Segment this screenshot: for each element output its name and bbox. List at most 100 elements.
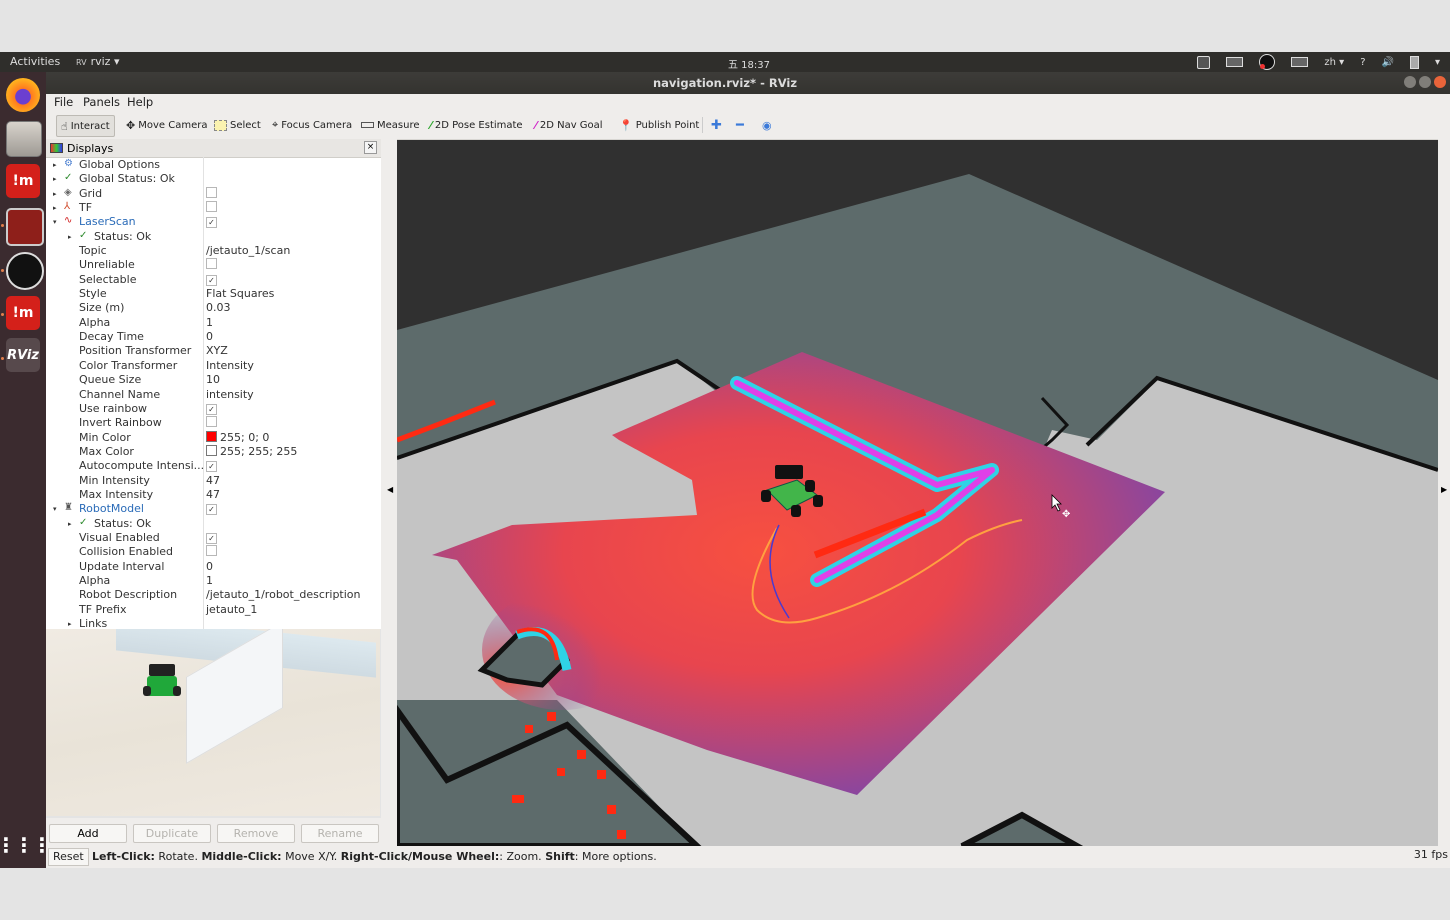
row-value[interactable]: 0.03 [206, 301, 231, 314]
volume-icon[interactable]: 🔊 [1382, 57, 1394, 68]
row-value[interactable]: 47 [206, 474, 220, 487]
close-panel-button[interactable]: × [364, 141, 377, 154]
row-value[interactable]: XYZ [206, 344, 228, 357]
prop-position-transformer[interactable]: Position Transformer XYZ [46, 344, 381, 358]
prop-color-transformer[interactable]: Color Transformer Intensity [46, 359, 381, 373]
keyboard-icon[interactable] [1226, 57, 1244, 67]
row-value[interactable]: /jetauto_1/scan [206, 244, 290, 257]
row-value[interactable]: 47 [206, 488, 220, 501]
im-tray-icon[interactable] [1197, 55, 1211, 69]
select-tool[interactable]: Select [210, 115, 265, 135]
prop-min-color[interactable]: Min Color 255; 0; 0 [46, 430, 381, 445]
im-app-2-icon[interactable]: !m [6, 296, 40, 330]
row-value[interactable]: ✓ [206, 459, 217, 473]
obs-tray-icon[interactable] [1259, 54, 1276, 70]
duplicate-button[interactable]: Duplicate [133, 824, 211, 843]
add-button[interactable]: Add [49, 824, 127, 843]
remove-button[interactable]: Remove [217, 824, 295, 843]
show-applications-icon[interactable]: ⋮⋮⋮ [0, 828, 52, 862]
prop-use-rainbow[interactable]: Use rainbow ✓ [46, 402, 381, 416]
prop-topic[interactable]: Topic/jetauto_1/scan [46, 244, 381, 258]
prop-max-color[interactable]: Max Color 255; 255; 255 [46, 444, 381, 459]
collapse-right-icon[interactable]: ▶ [1441, 485, 1447, 494]
row-value[interactable]: ✓ [206, 215, 217, 229]
focus-camera-tool[interactable]: ⌖ Focus Camera [268, 115, 356, 135]
color-swatch[interactable] [206, 430, 217, 442]
expand-right-icon[interactable]: ▸ [68, 520, 72, 528]
row-value[interactable]: Flat Squares [206, 287, 274, 300]
prop-collision-enabled[interactable]: Collision Enabled [46, 545, 381, 559]
expand-right-icon[interactable]: ▸ [68, 233, 72, 241]
prop-min-intensity[interactable]: Min Intensity 47 [46, 474, 381, 488]
right-splitter[interactable]: ▶ [1438, 139, 1450, 846]
keyboard-icon-2[interactable] [1291, 57, 1309, 67]
prop-visual-enabled[interactable]: Visual Enabled ✓ [46, 531, 381, 545]
maximize-button[interactable] [1419, 76, 1431, 88]
row-value[interactable]: 1 [206, 316, 213, 329]
prop-max-intensity[interactable]: Max Intensity 47 [46, 488, 381, 502]
publish-point-tool[interactable]: 📍 Publish Point [615, 115, 703, 135]
row-value[interactable] [206, 258, 217, 272]
menu-panels[interactable]: Panels [83, 95, 120, 109]
prop-tf-prefix[interactable]: TF Prefix jetauto_1 [46, 603, 381, 617]
checkbox[interactable]: ✓ [206, 461, 217, 473]
language-selector[interactable]: zh ▾ [1324, 57, 1344, 68]
expand-down-icon[interactable]: ▾ [53, 218, 57, 226]
prop-unreliable[interactable]: Unreliable [46, 258, 381, 272]
prop-robot-description[interactable]: Robot Description/jetauto_1/robot_descri… [46, 588, 381, 602]
tree-tf[interactable]: ▸ ⅄ TF [46, 201, 381, 215]
tree-global-options[interactable]: ▸ ⚙ Global Options [46, 158, 381, 172]
activities-button[interactable]: Activities [10, 55, 60, 68]
files-icon[interactable] [6, 121, 42, 157]
minimize-button[interactable] [1404, 76, 1416, 88]
collapse-left-icon[interactable]: ◀ [387, 485, 393, 494]
checkbox[interactable] [206, 416, 217, 428]
prop-autocompute-intensity[interactable]: Autocompute Intensi... ✓ [46, 459, 381, 473]
expand-right-icon[interactable]: ▸ [53, 190, 57, 198]
row-value[interactable]: 0 [206, 330, 213, 343]
row-value[interactable] [206, 416, 217, 430]
remove-tool-button[interactable]: ━ [732, 115, 748, 135]
checkbox[interactable]: ✓ [206, 504, 217, 516]
left-splitter[interactable]: ◀ [381, 139, 397, 846]
prop-size[interactable]: Size (m) 0.03 [46, 301, 381, 315]
rviz-scene[interactable]: ✥ [397, 140, 1438, 846]
prop-decay-time[interactable]: Decay Time 0 [46, 330, 381, 344]
checkbox[interactable] [206, 258, 217, 270]
row-value[interactable]: 10 [206, 373, 220, 386]
move-camera-tool[interactable]: ✥ Move Camera [122, 115, 211, 135]
row-value[interactable]: intensity [206, 388, 254, 401]
rviz-icon[interactable]: RViz [6, 338, 40, 372]
checkbox[interactable]: ✓ [206, 274, 217, 286]
row-value[interactable]: 255; 0; 0 [206, 430, 269, 444]
prop-robot-alpha[interactable]: Alpha 1 [46, 574, 381, 588]
expand-right-icon[interactable]: ▸ [53, 175, 57, 183]
row-value[interactable]: ✓ [206, 531, 217, 544]
row-value[interactable]: ✓ [206, 273, 217, 286]
prop-invert-rainbow[interactable]: Invert Rainbow [46, 416, 381, 430]
checkbox[interactable] [206, 201, 217, 213]
prop-selectable[interactable]: Selectable ✓ [46, 273, 381, 287]
row-value[interactable] [206, 545, 217, 559]
obs-icon[interactable] [6, 252, 44, 290]
checkbox[interactable]: ✓ [206, 217, 217, 229]
pose-estimate-tool[interactable]: ⁄ 2D Pose Estimate [426, 115, 527, 135]
menu-help[interactable]: Help [127, 95, 153, 109]
close-button[interactable] [1434, 76, 1446, 88]
battery-icon[interactable] [1409, 55, 1419, 69]
system-menu-arrow-icon[interactable]: ▾ [1435, 57, 1440, 68]
row-value[interactable] [206, 186, 217, 201]
checkbox[interactable] [206, 545, 217, 557]
row-value[interactable]: 1 [206, 574, 213, 587]
tree-grid[interactable]: ▸ ◈ Grid [46, 186, 381, 201]
row-value[interactable]: /jetauto_1/robot_description [206, 588, 361, 601]
expand-right-icon[interactable]: ▸ [53, 204, 57, 212]
expand-right-icon[interactable]: ▸ [68, 620, 72, 628]
prop-queue-size[interactable]: Queue Size 10 [46, 373, 381, 387]
row-value[interactable]: 0 [206, 560, 213, 573]
menu-file[interactable]: File [54, 95, 73, 109]
row-value[interactable]: Intensity [206, 359, 254, 372]
interact-tool[interactable]: ☝ Interact [56, 115, 115, 137]
nav-goal-tool[interactable]: ⁄ 2D Nav Goal [531, 115, 607, 135]
rename-button[interactable]: Rename [301, 824, 379, 843]
